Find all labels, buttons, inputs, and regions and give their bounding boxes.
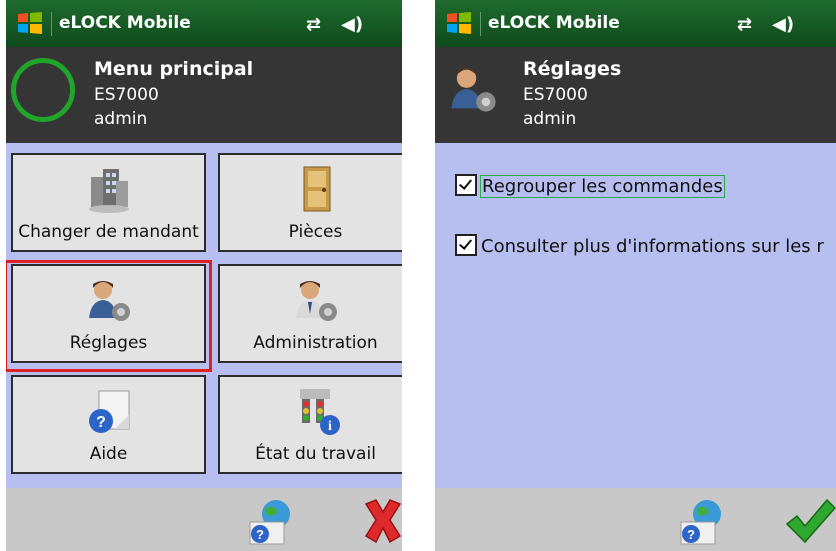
- admin-settings-icon: [295, 281, 337, 321]
- close-x-icon[interactable]: [356, 496, 402, 546]
- globe-help-icon[interactable]: ?: [244, 496, 298, 546]
- user-name: admin: [94, 109, 148, 129]
- user-name: admin: [523, 109, 577, 129]
- svg-text:?: ?: [687, 527, 695, 542]
- checkmark-icon[interactable]: [783, 496, 836, 546]
- option-label: Regrouper les commandes: [480, 175, 725, 198]
- connectivity-icon[interactable]: ⇄: [737, 14, 752, 35]
- tile-aide[interactable]: ? Aide: [11, 375, 206, 474]
- volume-icon[interactable]: ◀): [772, 14, 794, 35]
- page-header: Réglages ES7000 admin: [435, 47, 836, 143]
- device-name: ES7000: [94, 85, 159, 105]
- option-regrouper-commandes[interactable]: Regrouper les commandes: [455, 174, 725, 198]
- checkbox-checked[interactable]: [455, 174, 477, 196]
- bottom-bar: ?: [435, 488, 836, 551]
- device-name: ES7000: [523, 85, 588, 105]
- option-consulter-informations[interactable]: Consulter plus d'informations sur les r: [455, 234, 824, 257]
- svg-text:?: ?: [96, 414, 106, 431]
- svg-text:?: ?: [256, 527, 264, 542]
- svg-text:i: i: [328, 419, 332, 434]
- tile-label: État du travail: [255, 444, 376, 464]
- tile-changer-mandant[interactable]: Changer de mandant: [11, 153, 206, 252]
- globe-help-icon[interactable]: ?: [675, 496, 729, 546]
- settings-screen: eLOCK Mobile ⇄ ◀) Réglages ES7000 admin …: [435, 0, 836, 551]
- tile-etat-du-travail[interactable]: i État du travail: [218, 375, 402, 474]
- app-title: eLOCK Mobile: [59, 13, 191, 33]
- title-bar: eLOCK Mobile ⇄ ◀): [435, 0, 836, 47]
- selection-highlight: [6, 260, 212, 372]
- option-label: Consulter plus d'informations sur les r: [481, 236, 824, 257]
- page-title: Menu principal: [94, 58, 254, 80]
- windows-start-icon[interactable]: [445, 10, 473, 36]
- volume-icon[interactable]: ◀): [341, 14, 363, 35]
- door-icon: [303, 166, 330, 212]
- status-ring-icon: [11, 58, 75, 122]
- page-header: Menu principal ES7000 admin: [6, 47, 402, 143]
- main-menu-screen: eLOCK Mobile ⇄ ◀) Menu principal ES7000 …: [6, 0, 402, 551]
- buildings-icon: [88, 169, 129, 213]
- tile-label: Administration: [253, 333, 378, 353]
- title-separator: [51, 12, 52, 36]
- traffic-light-info-icon: i: [299, 389, 340, 435]
- help-icon: ?: [88, 390, 129, 433]
- title-bar: eLOCK Mobile ⇄ ◀): [6, 0, 402, 47]
- tile-administration[interactable]: Administration: [218, 264, 402, 363]
- tile-pieces[interactable]: Pièces: [218, 153, 402, 252]
- bottom-bar: ?: [6, 488, 402, 551]
- connectivity-icon[interactable]: ⇄: [306, 14, 321, 35]
- windows-start-icon[interactable]: [16, 10, 44, 36]
- tile-label: Aide: [89, 444, 128, 464]
- tile-label: Pièces: [288, 222, 343, 242]
- user-settings-icon: [451, 68, 496, 112]
- page-title: Réglages: [523, 58, 622, 80]
- title-separator: [480, 12, 481, 36]
- app-title: eLOCK Mobile: [488, 13, 620, 33]
- checkbox-checked[interactable]: [455, 234, 477, 256]
- tile-label: Changer de mandant: [18, 222, 199, 242]
